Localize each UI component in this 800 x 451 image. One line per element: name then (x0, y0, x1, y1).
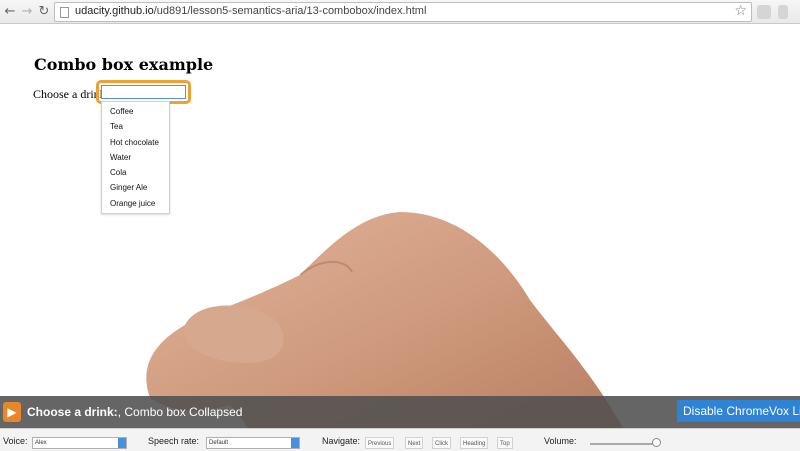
menu-icon[interactable] (778, 5, 788, 19)
url-host: udacity.github.io (75, 5, 154, 17)
caption-bold: Choose a drink: (27, 405, 118, 419)
caption-rest: , Combo box Collapsed (117, 405, 243, 419)
drink-combo-input[interactable] (101, 85, 186, 99)
navigate-label: Navigate: (322, 436, 361, 446)
url-path: /ud891/lesson5-semantics-aria/13-combobo… (153, 5, 427, 17)
voice-value: Alex (35, 440, 47, 446)
browser-toolbar: ← → ↻ udacity.github.io/ud891/lesson5-se… (0, 0, 800, 24)
voice-label: Voice: (3, 436, 28, 446)
nav-heading-button[interactable]: Heading (460, 437, 489, 449)
page-icon (60, 7, 69, 18)
volume-slider-knob[interactable] (652, 438, 661, 447)
option-coffee[interactable]: Coffee (102, 104, 169, 119)
option-cola[interactable]: Cola (102, 165, 169, 180)
option-ginger-ale[interactable]: Ginger Ale (102, 180, 169, 195)
option-hot-chocolate[interactable]: Hot chocolate (102, 135, 169, 150)
voice-select[interactable]: Alex (32, 437, 127, 449)
disable-chromevox-button[interactable]: Disable ChromeVox Lit (677, 400, 800, 422)
address-bar[interactable]: udacity.github.io/ud891/lesson5-semantic… (54, 2, 752, 22)
chromevox-settings: Voice: Alex Speech rate: Default Navigat… (0, 428, 800, 451)
nav-click-button[interactable]: Click (432, 437, 451, 449)
option-orange-juice[interactable]: Orange juice (102, 196, 169, 211)
chromevox-caption: Choose a drink:, Combo box Collapsed (27, 405, 242, 419)
nav-next-button[interactable]: Next (405, 437, 424, 449)
star-icon[interactable]: ☆ (734, 3, 747, 19)
url-text: udacity.github.io/ud891/lesson5-semantic… (75, 5, 426, 17)
reload-icon[interactable]: ↻ (37, 4, 51, 20)
chevron-down-icon (118, 438, 126, 448)
back-arrow-icon[interactable]: ← (3, 4, 17, 20)
nav-previous-button[interactable]: Previous (365, 437, 395, 449)
drink-listbox: Coffee Tea Hot chocolate Water Cola Ging… (101, 101, 170, 214)
volume-label: Volume: (544, 436, 577, 446)
option-tea[interactable]: Tea (102, 119, 169, 134)
volume-slider-track[interactable] (590, 443, 660, 445)
chevron-down-icon (291, 438, 299, 448)
page-heading: Combo box example (34, 55, 214, 74)
speech-rate-select[interactable]: Default (206, 437, 300, 449)
chromevox-logo-icon: ▶ (3, 402, 21, 422)
option-water[interactable]: Water (102, 150, 169, 165)
extension-icon[interactable] (757, 5, 771, 19)
chromevox-caption-bar: ▶ Choose a drink:, Combo box Collapsed D… (0, 396, 800, 428)
speech-rate-label: Speech rate: (148, 436, 200, 446)
nav-top-button[interactable]: Top (497, 437, 513, 449)
forward-arrow-icon[interactable]: → (20, 4, 34, 20)
speech-rate-value: Default (209, 440, 229, 446)
